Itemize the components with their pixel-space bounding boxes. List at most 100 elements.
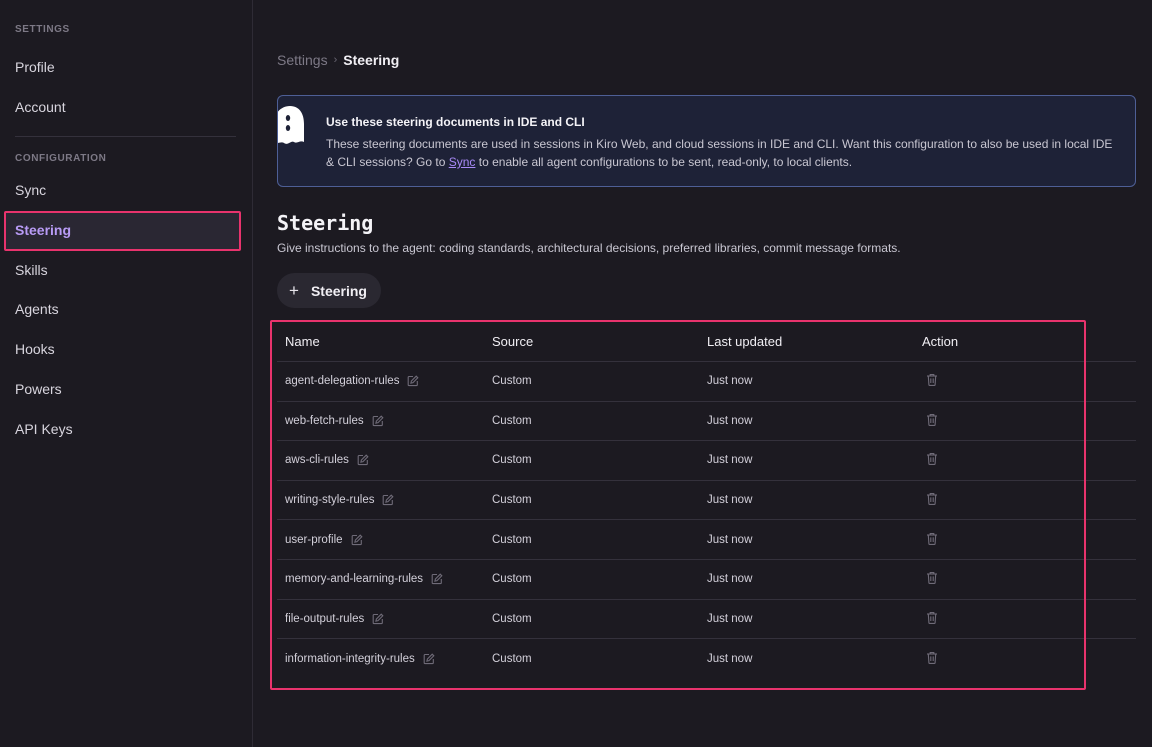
- sync-link[interactable]: Sync: [449, 155, 476, 169]
- steering-name[interactable]: aws-cli-rules: [285, 454, 349, 466]
- plus-icon: +: [289, 280, 299, 300]
- edit-icon[interactable]: [351, 534, 363, 546]
- row-last-updated: Just now: [707, 414, 753, 427]
- row-source: Custom: [492, 494, 532, 507]
- breadcrumb-current: Steering: [343, 52, 400, 68]
- sidebar-item-steering[interactable]: Steering: [15, 220, 71, 240]
- table-header: Name Source Last updated Action: [277, 322, 1136, 362]
- edit-icon[interactable]: [372, 613, 384, 625]
- row-last-updated: Just now: [707, 533, 753, 546]
- header-action: Action: [922, 334, 959, 349]
- row-source: Custom: [492, 414, 532, 427]
- configuration-heading: CONFIGURATION: [15, 153, 107, 164]
- steering-name[interactable]: information-integrity-rules: [285, 653, 415, 665]
- row-action-cell: [922, 413, 1136, 429]
- page-description: Give instructions to the agent: coding s…: [277, 241, 901, 255]
- trash-icon[interactable]: [926, 611, 938, 624]
- row-name-cell: web-fetch-rules: [277, 415, 492, 427]
- row-last-updated: Just now: [707, 652, 753, 665]
- row-action-cell: [922, 571, 1136, 587]
- row-source: Custom: [492, 573, 532, 586]
- sidebar-divider: [15, 136, 236, 137]
- row-name-cell: information-integrity-rules: [277, 653, 492, 665]
- table-row: user-profile Custom Just now: [277, 520, 1136, 560]
- sidebar-item-api-keys[interactable]: API Keys: [15, 419, 73, 439]
- breadcrumb: Settings › Steering: [277, 52, 399, 68]
- table-row: aws-cli-rules Custom Just now: [277, 441, 1136, 481]
- row-action-cell: [922, 611, 1136, 627]
- steering-name[interactable]: writing-style-rules: [285, 494, 374, 506]
- settings-heading: SETTINGS: [15, 24, 70, 35]
- sidebar-item-hooks[interactable]: Hooks: [15, 339, 55, 359]
- banner-body: These steering documents are used in ses…: [326, 135, 1116, 171]
- row-name-cell: user-profile: [277, 534, 492, 546]
- trash-icon[interactable]: [926, 452, 938, 466]
- steering-name[interactable]: memory-and-learning-rules: [285, 573, 423, 585]
- sidebar-item-skills[interactable]: Skills: [15, 260, 48, 280]
- steering-name[interactable]: user-profile: [285, 534, 343, 546]
- trash-icon[interactable]: [926, 532, 938, 545]
- add-steering-label: Steering: [310, 282, 367, 299]
- row-last-updated: Just now: [707, 454, 753, 467]
- row-action-cell: [922, 492, 1136, 508]
- page-title: Steering: [277, 211, 374, 235]
- row-action-cell: [922, 452, 1136, 468]
- row-name-cell: file-output-rules: [277, 613, 492, 625]
- row-source: Custom: [492, 454, 532, 467]
- header-name: Name: [285, 334, 320, 349]
- row-name-cell: agent-delegation-rules: [277, 375, 492, 387]
- app-root: SETTINGS Profile Account CONFIGURATION S…: [0, 0, 1152, 747]
- row-action-cell: [922, 532, 1136, 548]
- steering-table: Name Source Last updated Action agent-de…: [277, 322, 1136, 679]
- row-action-cell: [922, 373, 1136, 389]
- row-name-cell: aws-cli-rules: [277, 454, 492, 466]
- trash-icon[interactable]: [926, 571, 938, 585]
- trash-icon[interactable]: [926, 413, 938, 426]
- row-last-updated: Just now: [707, 612, 753, 625]
- row-source: Custom: [492, 375, 532, 388]
- breadcrumb-settings-link[interactable]: Settings: [277, 52, 328, 68]
- table-row: information-integrity-rules Custom Just no…: [277, 639, 1136, 679]
- table-row: file-output-rules Custom Just now: [277, 600, 1136, 640]
- sidebar-item-profile[interactable]: Profile: [15, 57, 55, 77]
- header-last-updated: Last updated: [707, 334, 783, 349]
- ghost-icon: [278, 106, 304, 144]
- sidebar-item-sync[interactable]: Sync: [15, 180, 46, 200]
- row-source: Custom: [492, 533, 532, 546]
- edit-icon[interactable]: [407, 375, 420, 387]
- edit-icon[interactable]: [382, 494, 395, 506]
- chevron-right-icon: ›: [333, 54, 338, 66]
- trash-icon[interactable]: [926, 373, 938, 387]
- row-name-cell: memory-and-learning-rules: [277, 573, 492, 585]
- main-content: Settings › Steering Use these steering d…: [253, 0, 1152, 747]
- sidebar-item-powers[interactable]: Powers: [15, 379, 62, 399]
- table-body: agent-delegation-rules Custom Just now web-…: [277, 362, 1136, 679]
- table-row: memory-and-learning-rules Custom Just now: [277, 560, 1136, 600]
- edit-icon[interactable]: [372, 415, 384, 427]
- edit-icon[interactable]: [423, 653, 435, 665]
- steering-name[interactable]: file-output-rules: [285, 613, 364, 625]
- add-steering-button[interactable]: + Steering: [277, 273, 381, 308]
- header-source: Source: [492, 334, 534, 349]
- table-row: writing-style-rules Custom Just now: [277, 481, 1136, 521]
- row-last-updated: Just now: [707, 375, 753, 388]
- table-row: web-fetch-rules Custom Just now: [277, 402, 1136, 442]
- info-banner: Use these steering documents in IDE and …: [277, 95, 1136, 187]
- steering-name[interactable]: web-fetch-rules: [285, 415, 364, 427]
- row-source: Custom: [492, 652, 532, 665]
- row-last-updated: Just now: [707, 494, 753, 507]
- row-last-updated: Just now: [707, 573, 753, 586]
- trash-icon[interactable]: [926, 492, 938, 506]
- sidebar-item-account[interactable]: Account: [15, 97, 66, 117]
- banner-title: Use these steering documents in IDE and …: [326, 115, 585, 129]
- banner-text-end: to enable all agent configurations to be…: [475, 155, 853, 169]
- edit-icon[interactable]: [431, 573, 443, 585]
- edit-icon[interactable]: [357, 454, 369, 466]
- row-source: Custom: [492, 612, 532, 625]
- sidebar-item-agents[interactable]: Agents: [15, 299, 59, 319]
- steering-name[interactable]: agent-delegation-rules: [285, 375, 399, 387]
- table-row: agent-delegation-rules Custom Just now: [277, 362, 1136, 402]
- trash-icon[interactable]: [926, 651, 938, 664]
- row-action-cell: [922, 651, 1136, 667]
- settings-sidebar: SETTINGS Profile Account CONFIGURATION S…: [0, 0, 253, 747]
